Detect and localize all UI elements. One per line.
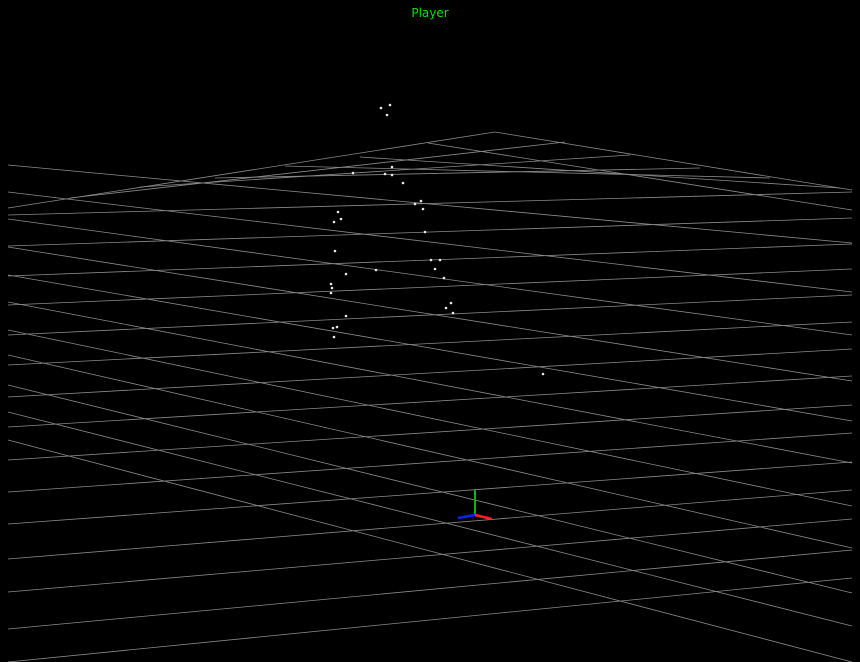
cloud-point [351, 171, 355, 175]
cloud-point [329, 291, 333, 295]
cloud-point [429, 258, 433, 262]
3d-viewport[interactable]: Player [0, 0, 860, 662]
cloud-point [374, 268, 378, 272]
cloud-point [344, 314, 348, 318]
cloud-point [433, 267, 437, 271]
cloud-point [331, 326, 335, 330]
cloud-point [333, 249, 337, 253]
cloud-point [388, 103, 392, 107]
cloud-point [344, 272, 348, 276]
cloud-point [442, 276, 446, 280]
scene-canvas[interactable] [0, 0, 860, 662]
cloud-point [332, 335, 336, 339]
cloud-point [390, 173, 394, 177]
cloud-point [383, 172, 387, 176]
cloud-point [444, 306, 448, 310]
cloud-point [421, 207, 425, 211]
cloud-point [329, 282, 333, 286]
cloud-point [330, 286, 334, 290]
cloud-point [379, 106, 383, 110]
player-label: Player [411, 6, 449, 20]
cloud-point [541, 372, 545, 376]
scene-background [0, 0, 860, 662]
cloud-point [336, 210, 340, 214]
cloud-point [332, 220, 336, 224]
cloud-point [339, 217, 343, 221]
cloud-point [419, 199, 423, 203]
cloud-point [413, 202, 417, 206]
cloud-point [390, 165, 394, 169]
cloud-point [385, 113, 389, 117]
cloud-point [401, 181, 405, 185]
cloud-point [423, 230, 427, 234]
cloud-point [335, 325, 339, 329]
cloud-point [451, 311, 455, 315]
cloud-point [438, 258, 442, 262]
cloud-point [449, 301, 453, 305]
